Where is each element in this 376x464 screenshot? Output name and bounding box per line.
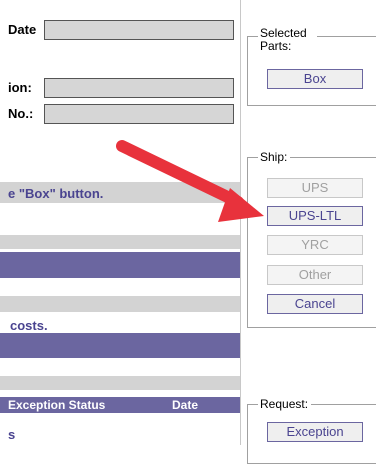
divider-band (0, 376, 240, 390)
exception-button[interactable]: Exception (267, 422, 363, 442)
location-label: ion: (8, 80, 32, 95)
section-header-band (0, 333, 240, 358)
date-label: Date (8, 22, 37, 37)
date-field[interactable] (44, 20, 234, 40)
row-fragment-text: s (8, 427, 16, 442)
column-header-date: Date (172, 398, 199, 412)
number-field[interactable] (44, 104, 234, 124)
request-group: Request: Exception (247, 398, 376, 464)
ship-legend: Ship: (258, 151, 291, 164)
shipment-form-pane: Date ion: No.: e "Box" button. costs. Ex… (0, 0, 241, 445)
ups-button[interactable]: UPS (267, 178, 363, 198)
yrc-button[interactable]: YRC (267, 235, 363, 255)
selected-parts-legend: Selected Parts: (258, 27, 317, 53)
divider-band (0, 235, 240, 249)
ups-ltl-button[interactable]: UPS-LTL (267, 206, 363, 226)
instruction-text: e "Box" button. (8, 186, 104, 201)
box-button[interactable]: Box (267, 69, 363, 89)
exceptions-table-header: Exception Status Date (0, 397, 240, 413)
request-legend: Request: (258, 398, 312, 411)
divider-band (0, 296, 240, 312)
costs-text: costs. (10, 318, 48, 333)
selected-parts-group: Selected Parts: Box (247, 27, 376, 106)
ship-group: Ship: UPS UPS-LTL YRC Other Cancel (247, 151, 376, 328)
actions-pane: Selected Parts: Box Ship: UPS UPS-LTL YR… (241, 0, 376, 464)
column-header-exception-status: Exception Status (8, 398, 106, 412)
number-label: No.: (8, 106, 34, 121)
cancel-button[interactable]: Cancel (267, 294, 363, 314)
other-button[interactable]: Other (267, 265, 363, 285)
location-field[interactable] (44, 78, 234, 98)
section-header-band (0, 252, 240, 278)
